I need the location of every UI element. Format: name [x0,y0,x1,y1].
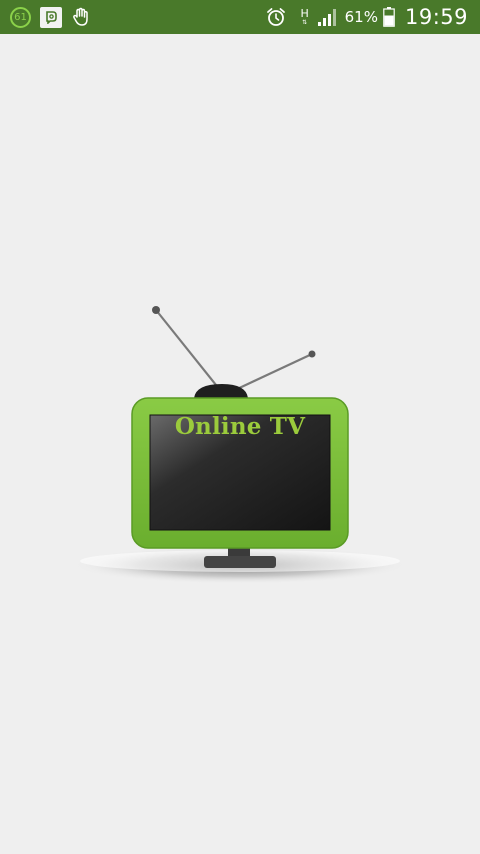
status-left-icons: 61 [10,5,93,29]
battery-icon [383,7,395,27]
online-tv-logo [72,306,408,584]
square-app-icon [40,6,62,28]
notification-badge-icon: 61 [10,6,31,28]
network-arrows: ⇅ [302,19,308,26]
logo-title: Online TV [174,413,306,440]
antenna-right [234,353,313,391]
battery-percent: 61% [344,8,378,26]
antenna-left [155,309,221,391]
signal-icon [317,8,336,26]
alarm-icon [266,8,285,26]
status-right-icons: H ⇅ 61% 19:59 [265,4,468,30]
clock: 19:59 [404,5,468,29]
antenna-base [194,384,248,398]
status-bar: 61 H ⇅ 61% 19:59 [0,0,480,34]
network-type-indicator: H ⇅ [299,8,311,26]
hand-icon [73,7,88,26]
